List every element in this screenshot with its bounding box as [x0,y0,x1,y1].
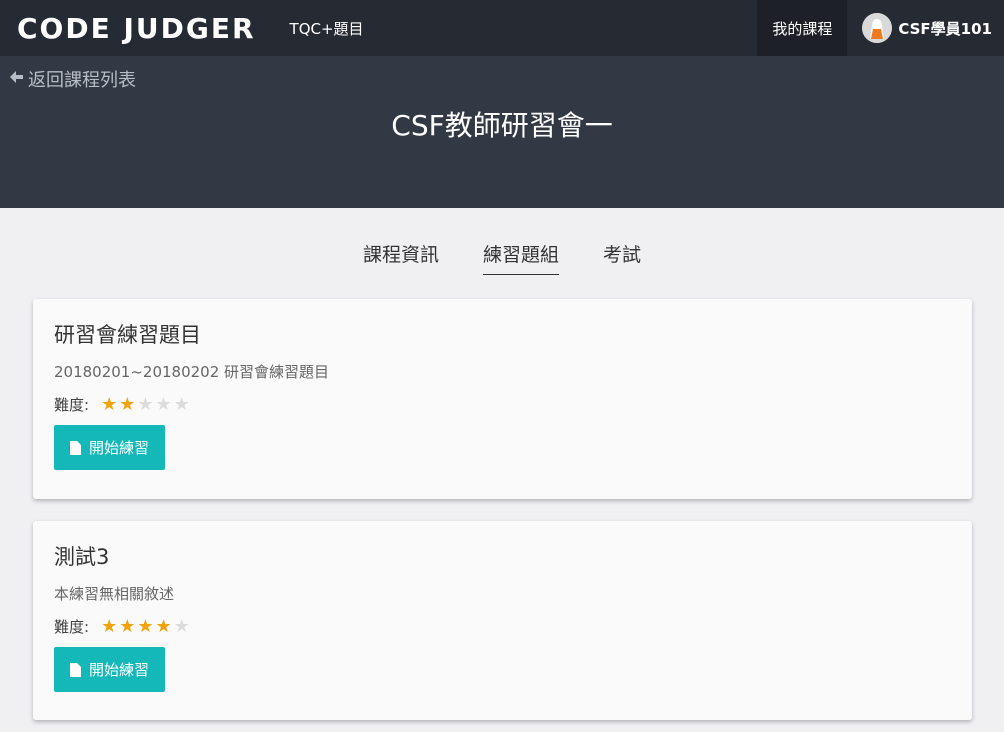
practice-title: 研習會練習題目 [54,323,201,347]
star-icon: ★ [173,393,190,415]
tab-course-info[interactable]: 課程資訊 [363,240,439,275]
back-label: 返回課程列表 [28,70,136,91]
star-icon: ★ [101,393,118,415]
back-to-courses-link[interactable]: 返回課程列表 [8,66,136,92]
course-tabs: 課程資訊 練習題組 考試 [0,240,1004,275]
user-name: CSF學員101 [898,19,992,38]
difficulty-stars: ★ ★ ★ ★ ★ [101,393,192,415]
difficulty-label: 難度: [54,396,90,414]
course-title: CSF教師研習會一 [391,109,613,142]
start-practice-label: 開始練習 [89,439,150,457]
brand-logo[interactable]: CODE JUDGER [17,12,256,45]
star-icon: ★ [173,615,190,637]
start-practice-button[interactable]: 開始練習 [54,425,166,470]
star-icon: ★ [137,393,154,415]
star-icon: ★ [101,615,118,637]
star-icon: ★ [119,615,136,637]
user-menu[interactable]: CSF學員101 [847,13,1004,43]
document-icon [70,440,81,455]
arrow-left-icon [8,69,24,90]
practice-card: 研習會練習題目 20180201~20180202 研習會練習題目 難度: ★ ★… [33,299,972,499]
my-courses-link[interactable]: 我的課程 [757,0,848,56]
tab-exam[interactable]: 考試 [603,240,641,275]
practice-title: 測試3 [54,545,110,569]
start-practice-label: 開始練習 [89,661,150,679]
difficulty-stars: ★ ★ ★ ★ ★ [101,615,192,637]
difficulty-label: 難度: [54,618,90,636]
avatar [862,13,893,43]
nav-link-tqc[interactable]: TQC+題目 [290,18,364,39]
avatar-image [862,13,893,43]
tab-practice-sets[interactable]: 練習題組 [482,240,559,275]
practice-description: 20180201~20180202 研習會練習題目 [54,363,330,381]
star-icon: ★ [155,393,172,415]
difficulty: 難度: ★ ★ ★ ★ ★ [54,616,951,637]
course-header: 返回課程列表 CSF教師研習會一 [0,56,1004,208]
practice-description: 本練習無相關敘述 [54,585,175,603]
star-icon: ★ [119,393,136,415]
star-icon: ★ [155,615,172,637]
practice-card: 測試3 本練習無相關敘述 難度: ★ ★ ★ ★ ★ 開始練習 [33,521,972,720]
difficulty: 難度: ★ ★ ★ ★ ★ [54,394,951,415]
nav-right: 我的課程 CSF學員101 [757,0,1004,56]
top-navbar: CODE JUDGER TQC+題目 我的課程 CSF學員101 [0,0,1004,56]
star-icon: ★ [137,615,154,637]
document-icon [70,662,81,677]
start-practice-button[interactable]: 開始練習 [54,647,166,692]
